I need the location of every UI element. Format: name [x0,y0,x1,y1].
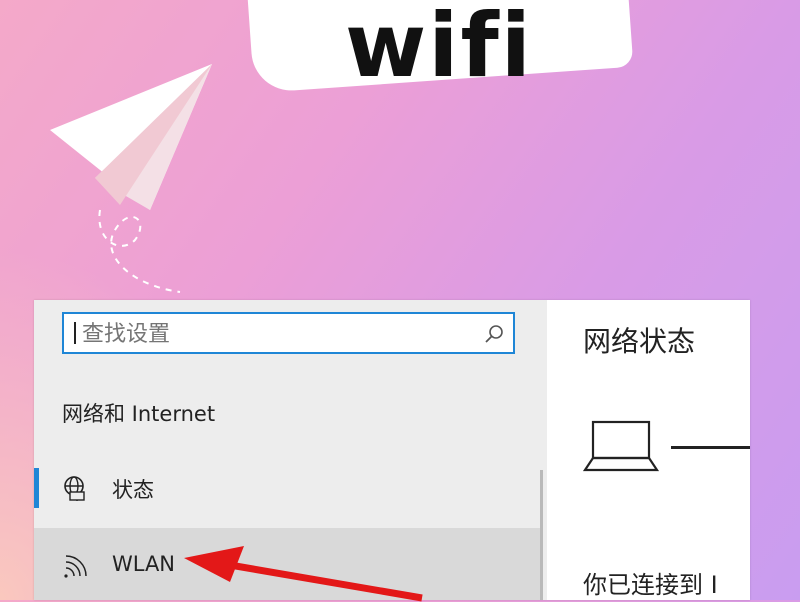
connection-line [671,446,750,449]
settings-window: 网络和 Internet 状态 WLAN [34,300,750,602]
sidebar-item-label: 状态 [112,478,154,502]
paper-plane-icon [50,64,212,293]
laptop-icon [583,420,660,472]
selection-indicator [34,468,39,508]
connection-status-text: 你已连接到 I [583,571,718,599]
sidebar-item-label: WLAN [112,552,176,576]
red-arrow-annotation [184,546,423,602]
globe-status-icon [64,476,85,501]
sidebar-item-status[interactable]: 状态 [34,458,540,522]
text-caret [74,322,76,344]
banner-title: wifi [345,0,533,97]
search-box[interactable] [62,312,515,354]
search-input[interactable] [80,318,474,350]
content-pane: 网络状态 你已连接到 I [547,300,750,600]
scrollbar[interactable] [540,470,543,600]
search-icon[interactable] [483,323,505,345]
section-title: 网络和 Internet [62,402,216,426]
wifi-icon [64,555,87,578]
page-title: 网络状态 [583,325,696,358]
